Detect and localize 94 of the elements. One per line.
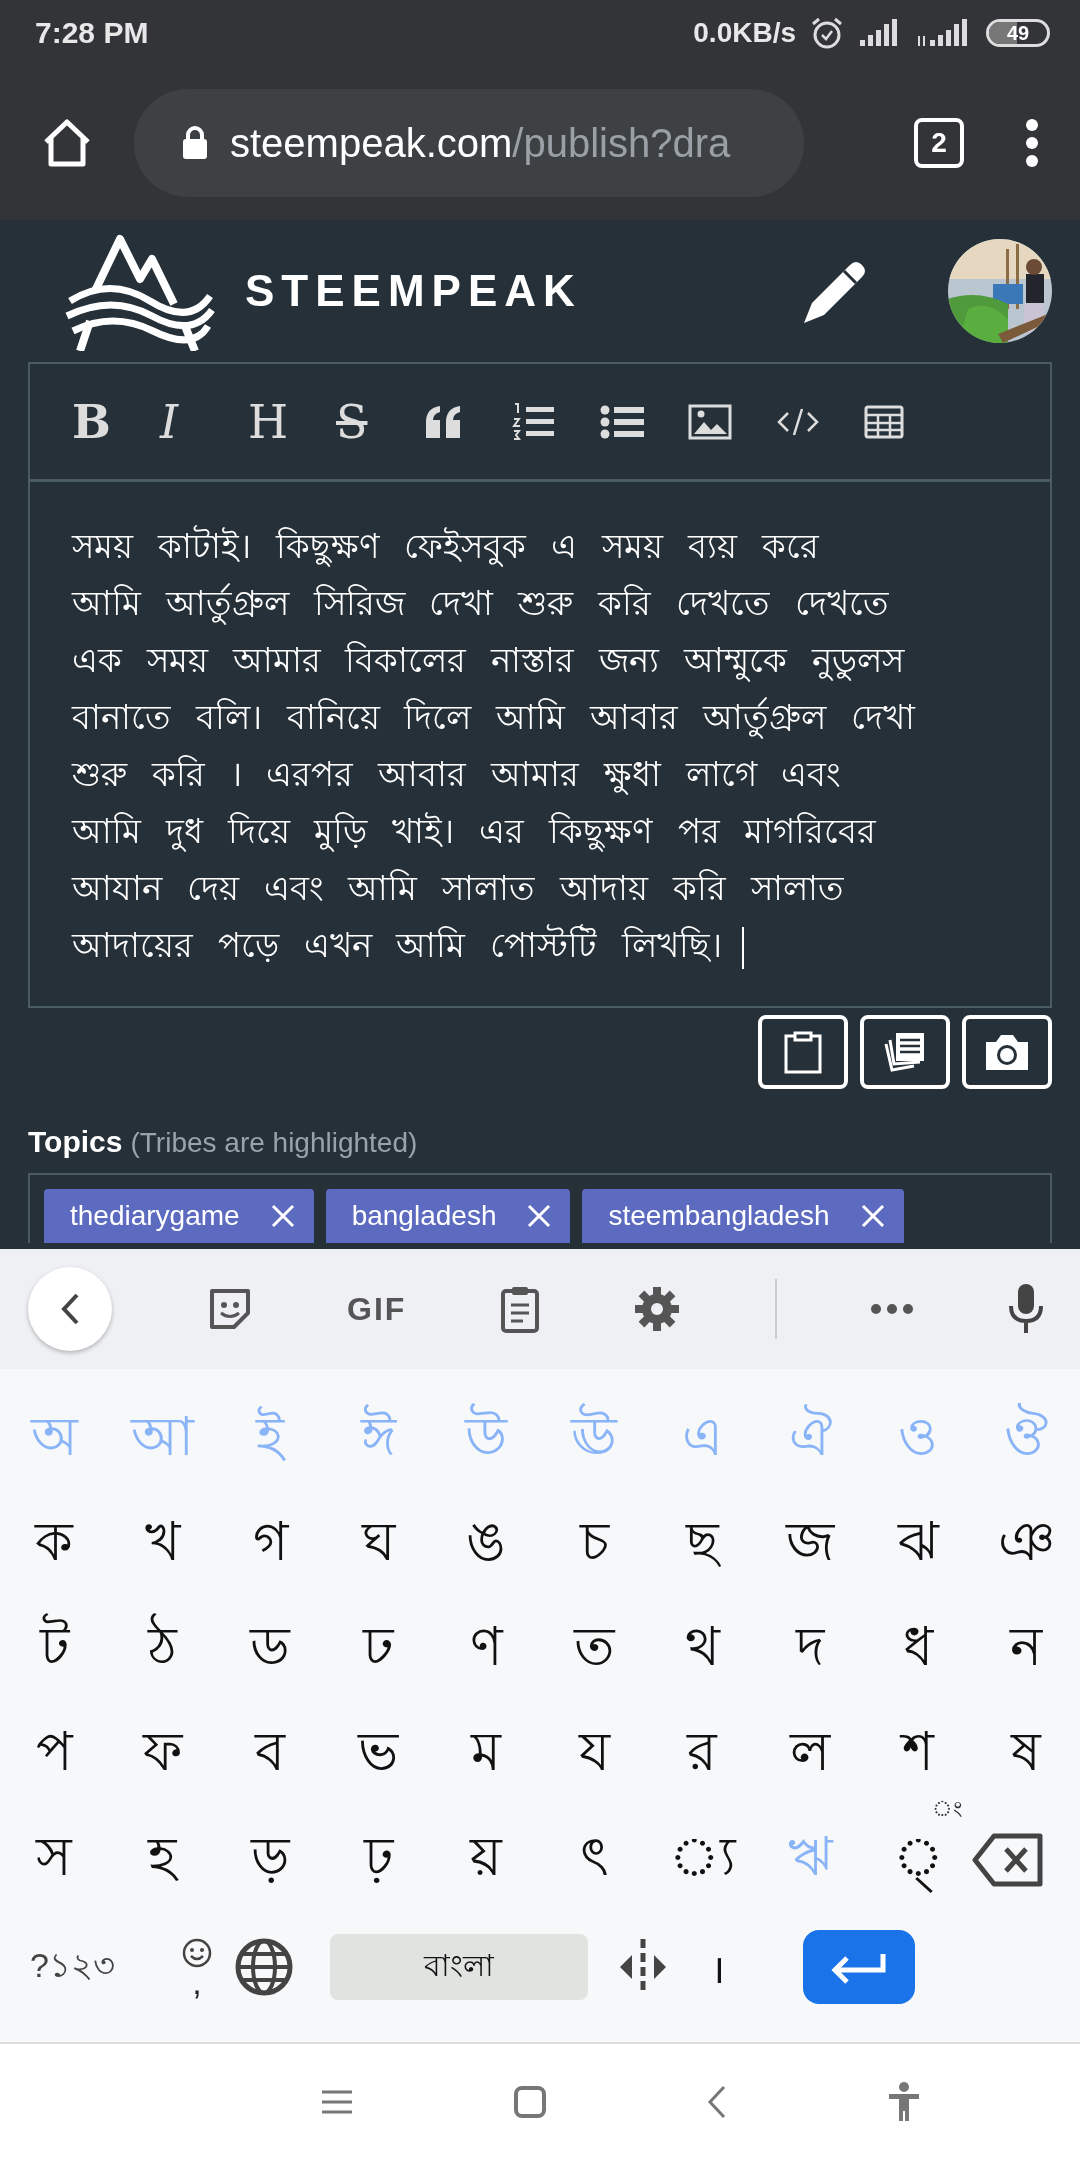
accessibility-icon[interactable] — [886, 2082, 921, 2122]
clipboard-icon[interactable] — [499, 1285, 540, 1333]
body-text: আদায়ের পড়ে এখন আমি পোস্টটি লিখছি। — [72, 923, 723, 967]
gallery-button[interactable] — [860, 1015, 950, 1089]
tab-count-button[interactable]: 2 — [914, 118, 964, 168]
back-button[interactable] — [28, 1267, 112, 1351]
bold-button[interactable]: B — [72, 394, 160, 449]
key[interactable]: ল — [790, 1709, 830, 1800]
back-icon[interactable] — [705, 2085, 728, 2119]
key[interactable]: ঢ — [362, 1604, 394, 1695]
italic-button[interactable]: I — [160, 394, 248, 449]
key[interactable]: ছ — [685, 1499, 719, 1590]
key[interactable]: ম — [471, 1709, 501, 1800]
key[interactable]: ন — [1010, 1604, 1042, 1695]
smiley-icon — [182, 1938, 212, 1968]
code-icon[interactable] — [776, 406, 820, 437]
table-icon[interactable] — [864, 404, 904, 439]
key[interactable]: স — [36, 1814, 72, 1905]
symbols-key[interactable]: ?১২৩ — [30, 1938, 160, 1996]
key[interactable]: ফ — [142, 1709, 182, 1800]
heading-button[interactable]: H — [248, 394, 336, 449]
key[interactable]: ঞ — [997, 1499, 1055, 1590]
remove-icon[interactable] — [526, 1203, 553, 1229]
danda-key[interactable]: । — [710, 1939, 725, 1995]
body-text: সময় কাটাই। কিছুক্ষণ ফেইসবুক এ সময় ব্যয় করে — [72, 524, 819, 569]
key[interactable]: ঙ — [466, 1499, 506, 1590]
microphone-icon[interactable] — [1007, 1282, 1044, 1336]
text-cursor — [742, 926, 745, 969]
body-text: এক সময় আমার বিকালের নাস্তার জন্য আম্মুকে নুডুলস — [72, 639, 904, 684]
key[interactable]: ভ — [358, 1709, 398, 1800]
topics-label: Topics — [28, 1125, 123, 1159]
settings-icon[interactable] — [633, 1285, 682, 1333]
address-bar[interactable]: steempeak.com/publish?dra — [134, 89, 804, 197]
key[interactable]: য — [578, 1709, 610, 1800]
key[interactable]: ড় — [250, 1814, 290, 1905]
key[interactable]: ব — [255, 1709, 285, 1800]
key[interactable]: ৎ — [579, 1814, 609, 1905]
key[interactable]: র — [687, 1709, 717, 1800]
alarm-icon — [810, 16, 844, 50]
key[interactable]: ড — [250, 1604, 290, 1695]
strikethrough-button[interactable]: S — [336, 394, 424, 449]
body-text: আমি দুধ দিয়ে মুড়ি খাই। এর কিছুক্ষণ পর মাগরিবের — [72, 810, 877, 854]
key[interactable]: ঠ — [147, 1604, 177, 1695]
key[interactable]: য় — [470, 1814, 502, 1905]
camera-button[interactable] — [962, 1015, 1052, 1089]
key[interactable]: থ — [684, 1604, 720, 1695]
chevron-icon — [59, 1292, 81, 1326]
tag-text: thediarygame — [70, 1200, 240, 1232]
key[interactable]: ষ — [1011, 1709, 1041, 1800]
space-bar[interactable]: বাংলা — [330, 1934, 588, 2000]
backspace-icon[interactable] — [972, 1832, 1044, 1887]
remove-icon[interactable] — [859, 1203, 886, 1229]
remove-icon[interactable] — [269, 1203, 296, 1229]
key[interactable]: ণ — [469, 1604, 503, 1695]
tag-text: bangladesh — [351, 1200, 497, 1232]
tag-text: steembangladesh — [608, 1200, 830, 1232]
key[interactable]: ক — [35, 1499, 73, 1590]
key[interactable]: প — [35, 1709, 73, 1800]
bullet-list-icon[interactable] — [600, 404, 644, 439]
clipboard-icon — [783, 1030, 823, 1074]
body-text: আমি আর্তুগ্রুল সিরিজ দেখা শুরু করি দেখতে দেখতে — [72, 582, 889, 627]
lock-icon — [182, 126, 208, 160]
body-text: শুরু করি । এরপর আবার আমার ক্ষুধা লাগে এবং — [72, 753, 842, 797]
camera-icon — [984, 1032, 1030, 1072]
body-text: বানাতে বলি। বানিয়ে দিলে আমি আবার আর্তুগ্রুল দেখা — [72, 696, 915, 741]
key[interactable]: খ — [144, 1499, 180, 1590]
key-hint: ◌ং — [932, 1794, 962, 1823]
key[interactable]: ধ — [903, 1604, 933, 1695]
key[interactable]: ঝ — [897, 1499, 939, 1590]
key[interactable]: ঢ় — [363, 1814, 393, 1905]
network-speed: 0.0KB/s — [693, 17, 796, 49]
tags-field[interactable]: thediarygame bangladesh steembangladesh — [28, 1173, 1052, 1243]
image-icon[interactable] — [688, 403, 732, 440]
ordered-list-icon[interactable] — [512, 401, 556, 442]
key[interactable]: গ — [252, 1499, 288, 1590]
enter-button[interactable] — [803, 1930, 915, 2004]
globe-icon[interactable] — [234, 1937, 294, 1997]
key[interactable]: চ — [579, 1499, 609, 1590]
key[interactable]: দ — [796, 1604, 824, 1695]
battery-indicator: 49 — [986, 19, 1050, 47]
key[interactable]: ঘ — [361, 1499, 395, 1590]
menu-icon[interactable] — [1024, 118, 1040, 168]
clock: 7:28 PM — [35, 16, 149, 50]
body-text: আযান দেয় এবং আমি সালাত আদায় করি সালাত — [72, 867, 844, 910]
key[interactable]: জ — [786, 1499, 834, 1590]
key[interactable]: ত — [573, 1604, 615, 1695]
more-icon[interactable] — [870, 1303, 915, 1315]
topics-hint: (Tribes are highlighted) — [130, 1127, 418, 1159]
brand-name: STEEMPEAK — [245, 266, 582, 316]
paste-button[interactable] — [758, 1015, 848, 1089]
gif-button[interactable]: GIF — [347, 1290, 407, 1328]
url-text: steempeak.com/publish?dra — [230, 120, 731, 166]
key[interactable]: ট — [39, 1604, 69, 1695]
key[interactable]: ◌্য — [668, 1814, 736, 1905]
